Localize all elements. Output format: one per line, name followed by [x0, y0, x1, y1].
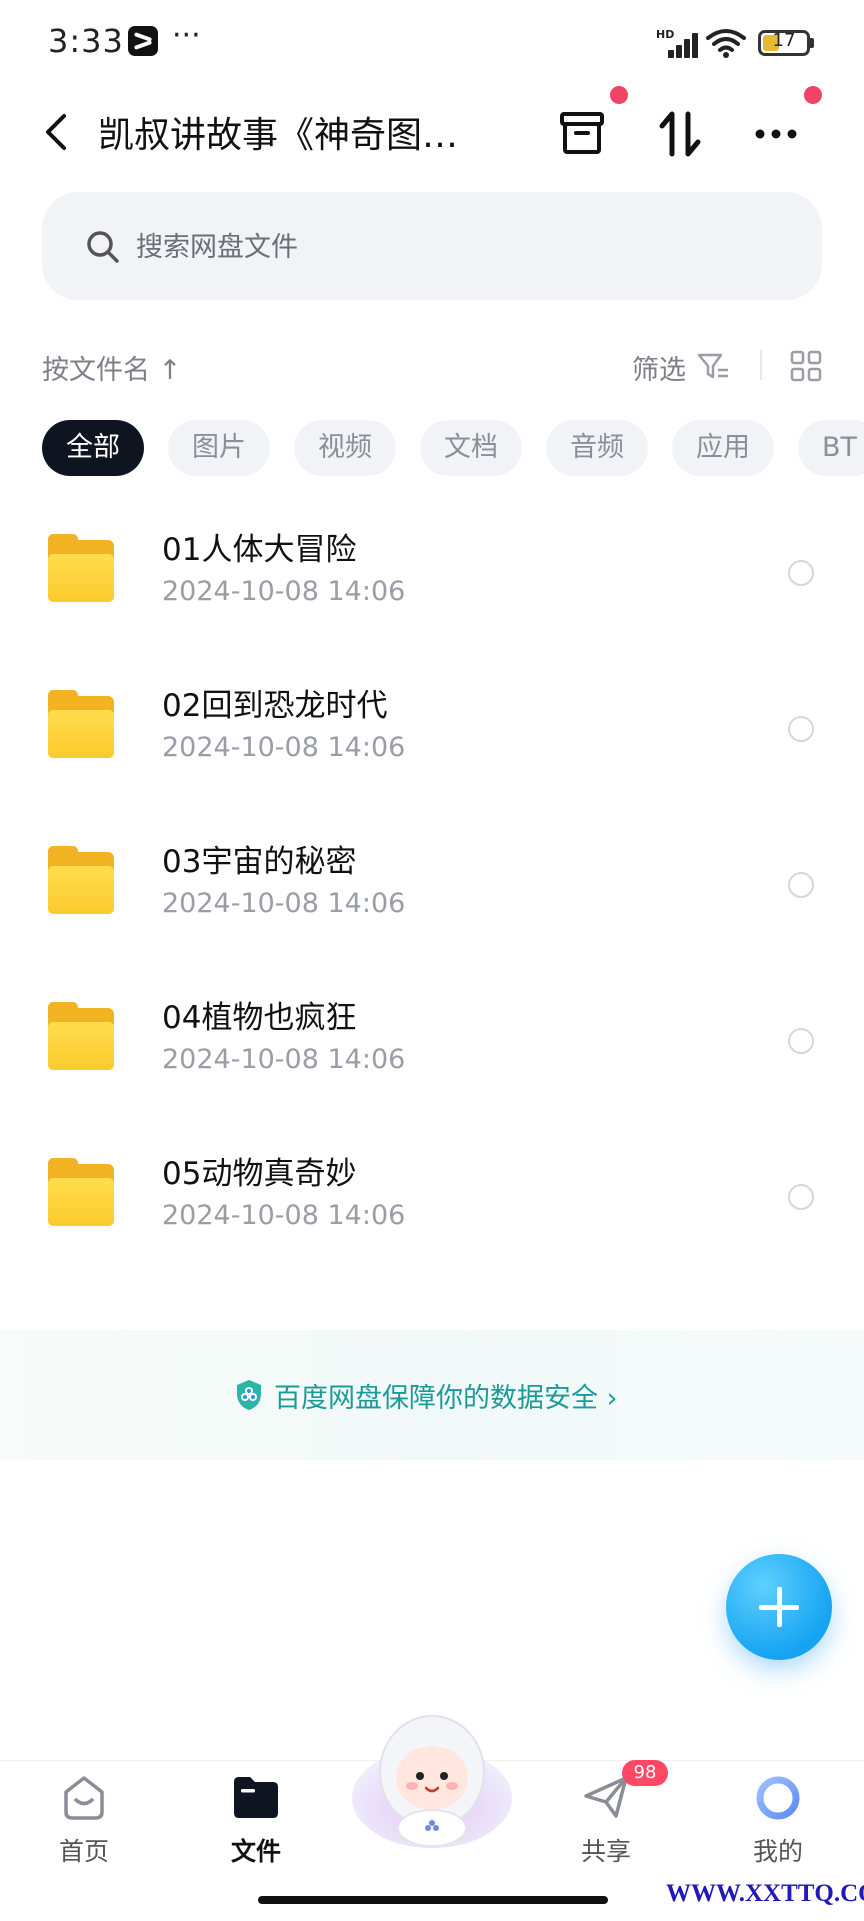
status-time: 3:33	[48, 22, 124, 60]
nav-share-label: 共享	[580, 1837, 631, 1866]
divider	[760, 350, 762, 380]
search-icon	[87, 231, 119, 263]
folder-icon	[48, 846, 114, 914]
nav-home-label: 首页	[58, 1837, 109, 1866]
file-row[interactable]: 03宇宙的秘密 2024-10-08 14:06	[0, 822, 864, 978]
select-checkbox[interactable]	[788, 872, 814, 898]
add-button[interactable]	[726, 1554, 832, 1660]
share-badge: 98	[622, 1760, 668, 1786]
wifi-icon	[706, 29, 746, 58]
file-row[interactable]: 05动物真奇妙 2024-10-08 14:06	[0, 1134, 864, 1290]
file-date: 2024-10-08 14:06	[162, 888, 406, 919]
shield-icon	[237, 1380, 261, 1410]
folder-icon	[48, 1158, 114, 1226]
file-row[interactable]: 04植物也疯狂 2024-10-08 14:06	[0, 978, 864, 1134]
archive-box-icon[interactable]	[552, 104, 612, 164]
nav-files[interactable]: 文件	[196, 1772, 316, 1868]
file-name: 01人体大冒险	[162, 532, 357, 568]
battery-cap	[810, 38, 814, 48]
battery-level: 17	[772, 30, 796, 51]
notification-dot	[804, 86, 822, 104]
page-title: 凯叔讲故事《神奇图…	[98, 115, 459, 156]
chip-apps[interactable]: 应用	[672, 420, 774, 476]
select-checkbox[interactable]	[788, 1184, 814, 1210]
chip-bt[interactable]: BT	[798, 420, 864, 476]
nav-files-label: 文件	[230, 1837, 281, 1866]
chip-audio[interactable]: 音频	[546, 420, 648, 476]
file-name: 02回到恐龙时代	[162, 688, 388, 724]
folder-icon	[48, 534, 114, 602]
profile-ring-icon	[756, 1776, 800, 1820]
file-date: 2024-10-08 14:06	[162, 732, 406, 763]
search-input[interactable]	[134, 222, 738, 272]
chip-videos[interactable]: 视频	[294, 420, 396, 476]
status-more-icon: ···	[172, 18, 201, 53]
file-date: 2024-10-08 14:06	[162, 576, 406, 607]
sort-by-filename[interactable]: 按文件名 ↑	[42, 348, 181, 387]
grid-view-icon[interactable]	[790, 350, 822, 382]
chip-all[interactable]: 全部	[42, 420, 144, 476]
chip-documents[interactable]: 文档	[420, 420, 522, 476]
file-name: 05动物真奇妙	[162, 1156, 357, 1192]
nav-mine-label: 我的	[752, 1837, 803, 1866]
home-indicator[interactable]	[258, 1896, 608, 1904]
security-text[interactable]: 百度网盘保障你的数据安全 ›	[274, 1376, 617, 1415]
filter-icon[interactable]	[696, 350, 730, 382]
file-name: 03宇宙的秘密	[162, 844, 357, 880]
mascot-icon[interactable]	[348, 1706, 516, 1852]
sort-arrows-icon[interactable]	[650, 104, 710, 164]
capcut-app-icon	[128, 26, 158, 56]
more-dots-icon[interactable]	[746, 104, 806, 164]
file-date: 2024-10-08 14:06	[162, 1044, 406, 1075]
select-checkbox[interactable]	[788, 560, 814, 586]
category-chips: 全部 图片 视频 文档 音频 应用 BT	[42, 420, 864, 476]
battery-icon: 17	[758, 30, 810, 56]
file-row[interactable]: 02回到恐龙时代 2024-10-08 14:06	[0, 666, 864, 822]
file-row[interactable]: 01人体大冒险 2024-10-08 14:06	[0, 510, 864, 666]
nav-home[interactable]: 首页	[24, 1772, 144, 1868]
folder-icon	[234, 1777, 278, 1818]
folder-icon	[48, 690, 114, 758]
chevron-left-icon[interactable]	[38, 110, 78, 154]
file-name: 04植物也疯狂	[162, 1000, 357, 1036]
folder-icon	[48, 1002, 114, 1070]
file-date: 2024-10-08 14:06	[162, 1200, 406, 1231]
nav-mine[interactable]: 我的	[718, 1772, 838, 1868]
filter-button[interactable]: 筛选	[632, 348, 686, 387]
select-checkbox[interactable]	[788, 716, 814, 742]
chip-images[interactable]: 图片	[168, 420, 270, 476]
home-face-icon	[64, 1776, 104, 1820]
signal-icon	[660, 30, 698, 58]
watermark-text: WWW.XXTTQ.COM	[666, 1880, 864, 1907]
select-checkbox[interactable]	[788, 1028, 814, 1054]
notification-dot	[610, 86, 628, 104]
nav-share[interactable]: 共享	[546, 1772, 666, 1868]
